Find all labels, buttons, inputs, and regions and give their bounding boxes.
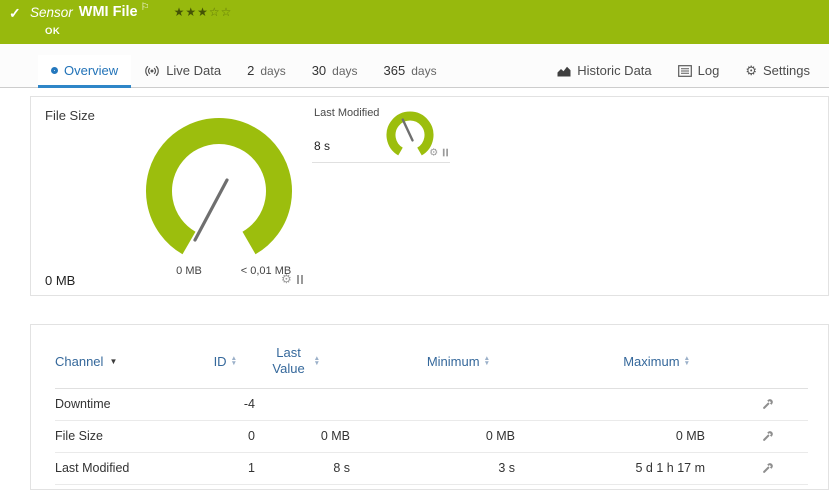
tab-historic-data[interactable]: Historic Data [544,55,664,88]
file-size-gauge-title: File Size [45,108,95,123]
pause-icon[interactable] [443,148,448,156]
gauges-panel: File Size 0 MB < 0,01 MB ⚙ 0 MB Last Mod… [30,96,829,296]
channel-maximum: 5 d 1 h 17 m [515,453,705,483]
edit-channel-wrench-icon[interactable] [760,461,775,476]
tab-bar: Overview Live Data 2 days 30 days 365 da… [0,44,829,88]
last-modified-gauge-actions: ⚙ [429,147,448,157]
col-label: Channel [55,354,103,369]
caret-down-icon: ▼ [109,357,117,366]
tab-label-number: 365 [384,63,406,78]
file-size-current-value: 0 MB [45,273,75,288]
page-title: WMI File [79,4,138,20]
tab-label: Settings [763,63,810,78]
tab-log[interactable]: Log [665,55,733,88]
log-icon [678,65,692,77]
channel-tools [705,389,808,420]
stars-filled: ★★★ [174,5,209,19]
channel-last-value: 8 s [255,453,350,483]
channel-last-value [255,396,350,412]
sort-desc-icon: ▼ [314,361,320,366]
channel-maximum [515,396,705,412]
tab-30-days[interactable]: 30 days [299,55,371,88]
priority-stars[interactable]: ★★★☆☆ [174,5,233,19]
tab-label: Overview [64,63,118,78]
edit-channel-wrench-icon[interactable] [760,397,775,412]
sort-desc-icon: ▼ [231,361,237,366]
sensor-title-line: Sensor WMI File ⚐ ★★★☆☆ [30,4,232,20]
table-header-row: Channel ▼ ID ▲▼ Last Value ▲▼ Minimum ▲▼… [55,339,808,389]
channel-last-value: 0 MB [255,421,350,451]
priority-flag-icon[interactable]: ⚐ [141,2,150,13]
sort-desc-icon: ▼ [684,361,690,366]
channel-maximum: 0 MB [515,421,705,451]
tab-365-days[interactable]: 365 days [371,55,450,88]
col-header-id[interactable]: ID ▲▼ [195,348,255,379]
col-label: Last Value [268,345,310,378]
prtg-sensor-page: ✓ Sensor WMI File ⚐ ★★★☆☆ OK Overview Li… [0,0,829,490]
channel-name: File Size [55,421,195,451]
file-size-gauge-actions: ⚙ [281,273,303,285]
col-label: ID [214,354,227,369]
col-header-channel[interactable]: Channel ▼ [55,348,195,379]
status-badge: OK [45,26,60,37]
channel-id: -4 [195,389,255,419]
tab-label-unit: days [260,64,285,78]
col-header-maximum[interactable]: Maximum ▲▼ [515,348,705,379]
file-size-gauge [134,113,304,279]
tab-label: Historic Data [577,63,651,78]
tab-label-unit: days [411,64,436,78]
gauge-needle [195,180,227,240]
channel-tools [705,453,808,484]
table-row: Last Modified 1 8 s 3 s 5 d 1 h 17 m [55,453,808,485]
status-check-icon: ✓ [9,5,21,22]
last-modified-current-value: 8 s [314,139,330,153]
stars-empty: ☆☆ [209,5,233,19]
sort-icon[interactable]: ▲▼ [314,356,320,366]
sort-icon[interactable]: ▲▼ [484,356,490,366]
historic-data-icon [557,65,571,77]
sensor-header: ✓ Sensor WMI File ⚐ ★★★☆☆ OK [0,0,829,44]
sensor-kicker: Sensor [30,5,73,20]
tab-2-days[interactable]: 2 days [234,55,299,88]
channel-minimum [350,396,515,412]
channel-name: Downtime [55,389,195,419]
channel-name: Last Modified [55,453,195,483]
col-header-tools [705,355,808,371]
channel-id: 0 [195,421,255,451]
table-row: Downtime -4 [55,389,808,421]
gauge-arc [159,131,279,243]
edit-channel-wrench-icon[interactable] [760,429,775,444]
tab-label-number: 30 [312,63,326,78]
col-header-minimum[interactable]: Minimum ▲▼ [350,348,515,379]
sort-desc-icon: ▼ [484,361,490,366]
gauge-min-label: 0 MB [149,265,229,277]
tab-settings[interactable]: ⚙ Settings [732,55,823,88]
sort-icon[interactable]: ▲▼ [684,356,690,366]
gear-icon: ⚙ [745,64,757,77]
last-modified-gauge-block: Last Modified 8 s ⚙ [312,103,450,163]
tab-label-unit: days [332,64,357,78]
table-row: File Size 0 0 MB 0 MB 0 MB [55,421,808,453]
channel-id: 1 [195,453,255,483]
sort-icon[interactable]: ▲▼ [231,356,237,366]
gear-icon[interactable]: ⚙ [281,273,292,285]
col-label: Minimum [427,354,480,369]
overview-icon [51,67,58,74]
channels-table-panel: Channel ▼ ID ▲▼ Last Value ▲▼ Minimum ▲▼… [30,324,829,490]
channel-minimum: 3 s [350,453,515,483]
tab-overview[interactable]: Overview [38,55,131,88]
tab-live-data[interactable]: Live Data [131,55,234,88]
tab-label-number: 2 [247,63,254,78]
col-header-last-value[interactable]: Last Value ▲▼ [255,339,350,388]
gauge-needle [403,120,413,141]
tab-label: Live Data [166,63,221,78]
live-data-icon [144,65,160,77]
channel-tools [705,421,808,452]
col-label: Maximum [623,354,679,369]
pause-icon[interactable] [297,275,303,284]
gear-icon[interactable]: ⚙ [429,147,438,157]
tab-label: Log [698,63,720,78]
channel-minimum: 0 MB [350,421,515,451]
